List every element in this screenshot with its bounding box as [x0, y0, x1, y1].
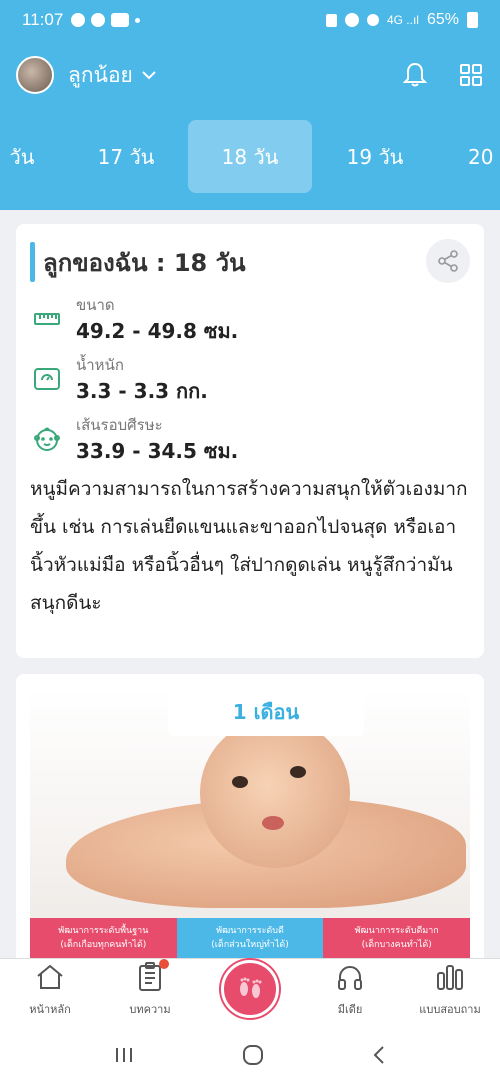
home-icon	[35, 959, 65, 994]
facebook-icon	[71, 13, 86, 27]
more-notifications-icon	[135, 17, 141, 23]
nav-label: บทความ	[129, 1003, 171, 1016]
avatar[interactable]	[16, 56, 54, 94]
chart-bars-icon	[435, 959, 465, 994]
stat-weight: น้ำหนัก 3.3 - 3.3 กก.	[30, 354, 470, 406]
article-image-card[interactable]: 1 เดือน พัฒนาการระดับพื้นฐาน (เด็กเกือบท…	[16, 674, 484, 964]
stat-value: 33.9 - 34.5 ซม.	[76, 439, 239, 463]
mute-icon	[366, 14, 379, 26]
nav-center[interactable]	[200, 959, 300, 1030]
messenger-icon	[91, 13, 106, 27]
recent-apps-button[interactable]	[114, 1046, 134, 1068]
lock-icon	[325, 13, 337, 27]
stat-value: 49.2 - 49.8 ซม.	[76, 319, 239, 343]
stat-value: 3.3 - 3.3 กก.	[76, 379, 208, 403]
nav-home[interactable]: หน้าหลัก	[0, 959, 100, 1030]
notification-badge	[159, 959, 169, 969]
stat-size: ขนาด 49.2 - 49.8 ซม.	[30, 294, 470, 346]
day-item[interactable]: 17 วัน	[64, 120, 188, 193]
battery-level: 65%	[426, 11, 459, 28]
battery-icon	[467, 12, 478, 28]
child-name: ลูกน้อย	[68, 62, 133, 87]
status-time: 11:07	[22, 10, 64, 29]
bell-icon[interactable]	[402, 62, 428, 88]
share-icon	[438, 250, 458, 272]
home-button[interactable]	[242, 1044, 264, 1070]
nav-label: หน้าหลัก	[29, 1003, 71, 1016]
bottom-navigation: หน้าหลัก บทความ มีเดีย แบบสอบถาม	[0, 958, 500, 1030]
system-navigation-bar	[0, 1030, 500, 1083]
nav-label: แบบสอบถาม	[419, 1003, 481, 1016]
top-bar: ลูกน้อย	[0, 40, 500, 110]
day-item-selected[interactable]: 18 วัน	[188, 120, 312, 193]
card-title: ลูกของฉัน : 18 วัน	[43, 248, 246, 277]
headphones-icon	[336, 959, 364, 994]
month-label: 1 เดือน	[168, 688, 364, 736]
baby-face-icon	[32, 424, 62, 454]
app-header: ลูกน้อย วัน 17 วัน 18 วัน 19 วัน 20	[0, 40, 500, 210]
development-description: หนูมีความสามารถในการสร้างความสนุกให้ตัวเ…	[30, 478, 468, 614]
article-icon	[137, 959, 169, 994]
chevron-down-icon	[142, 71, 156, 80]
stat-label: ขนาด	[76, 296, 115, 314]
notification-app-icon	[111, 13, 130, 27]
grid-menu-icon[interactable]	[458, 62, 484, 88]
title-accent-bar	[30, 242, 35, 282]
nav-articles[interactable]: บทความ	[100, 959, 200, 1030]
signal-icon: 4G ..ıl	[386, 13, 419, 27]
ruler-icon	[32, 304, 62, 334]
stat-label: น้ำหนัก	[76, 356, 124, 374]
nav-media[interactable]: มีเดีย	[300, 959, 400, 1030]
day-selector: วัน 17 วัน 18 วัน 19 วัน 20	[0, 110, 500, 210]
alarm-icon	[344, 13, 359, 27]
day-item[interactable]: 20	[420, 120, 500, 193]
stat-label: เส้นรอบศีรษะ	[76, 416, 163, 434]
share-button[interactable]	[426, 239, 470, 283]
child-selector[interactable]: ลูกน้อย	[68, 59, 157, 92]
scale-icon	[32, 364, 62, 394]
baby-info-card: ลูกของฉัน : 18 วัน ขนาด 49.2 - 49.8 ซม. …	[16, 224, 484, 658]
day-item[interactable]: 19 วัน	[313, 120, 437, 193]
back-button[interactable]	[372, 1045, 386, 1069]
nav-survey[interactable]: แบบสอบถาม	[400, 959, 500, 1030]
status-bar: 11:07 4G ..ıl 65%	[0, 0, 500, 40]
footprints-icon	[221, 960, 279, 1018]
stat-head: เส้นรอบศีรษะ 33.9 - 34.5 ซม.	[30, 414, 470, 466]
nav-label: มีเดีย	[337, 1003, 363, 1016]
